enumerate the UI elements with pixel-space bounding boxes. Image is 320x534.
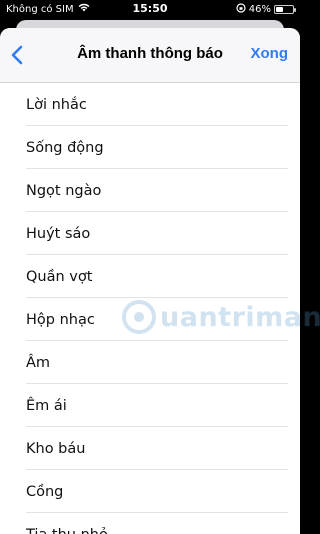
notification-sound-sheet: Âm thanh thông báo Xong Lời nhắc Sống độn… — [0, 28, 300, 534]
orientation-lock-icon — [236, 3, 246, 16]
sound-option-label: Huýt sáo — [26, 225, 91, 242]
done-button[interactable]: Xong — [251, 45, 289, 62]
sound-option[interactable]: Êm ái — [0, 384, 300, 427]
sound-option[interactable]: Tia thu nhỏ — [0, 513, 300, 534]
sound-option-label: Êm ái — [26, 397, 67, 414]
sound-option[interactable]: Lời nhắc — [0, 83, 300, 126]
sound-option-label: Sống động — [26, 139, 104, 156]
sound-option-label: Tia thu nhỏ — [26, 527, 108, 534]
sound-option[interactable]: Hộp nhạc — [0, 298, 300, 341]
sound-option[interactable]: Sống động — [0, 126, 300, 169]
battery-icon — [274, 5, 296, 14]
sound-option[interactable]: Âm — [0, 341, 300, 384]
sound-list: Lời nhắc Sống động Ngọt ngào Huýt sáo Quần v… — [0, 83, 300, 534]
sound-option-label: Ngọt ngào — [26, 182, 102, 199]
sound-option-label: Lời nhắc — [26, 96, 87, 113]
sound-option-label: Cồng — [26, 483, 64, 500]
sound-option[interactable]: Huýt sáo — [0, 212, 300, 255]
sound-option[interactable]: Quần vợt — [0, 255, 300, 298]
sound-option[interactable]: Cồng — [0, 470, 300, 513]
sound-option-label: Âm — [26, 354, 51, 371]
sound-option[interactable]: Kho báu — [0, 427, 300, 470]
sound-option-label: Kho báu — [26, 440, 86, 457]
status-right: 46% — [236, 3, 296, 16]
sound-option-label: Quần vợt — [26, 268, 93, 285]
battery-fill — [276, 7, 283, 12]
status-bar: Không có SIM 15:50 46% — [0, 0, 300, 18]
battery-nub — [294, 8, 296, 12]
sound-option[interactable]: Ngọt ngào — [0, 169, 300, 212]
sound-option-label: Hộp nhạc — [26, 311, 95, 328]
nav-bar: Âm thanh thông báo Xong — [0, 28, 300, 83]
battery-percent: 46% — [248, 4, 271, 15]
